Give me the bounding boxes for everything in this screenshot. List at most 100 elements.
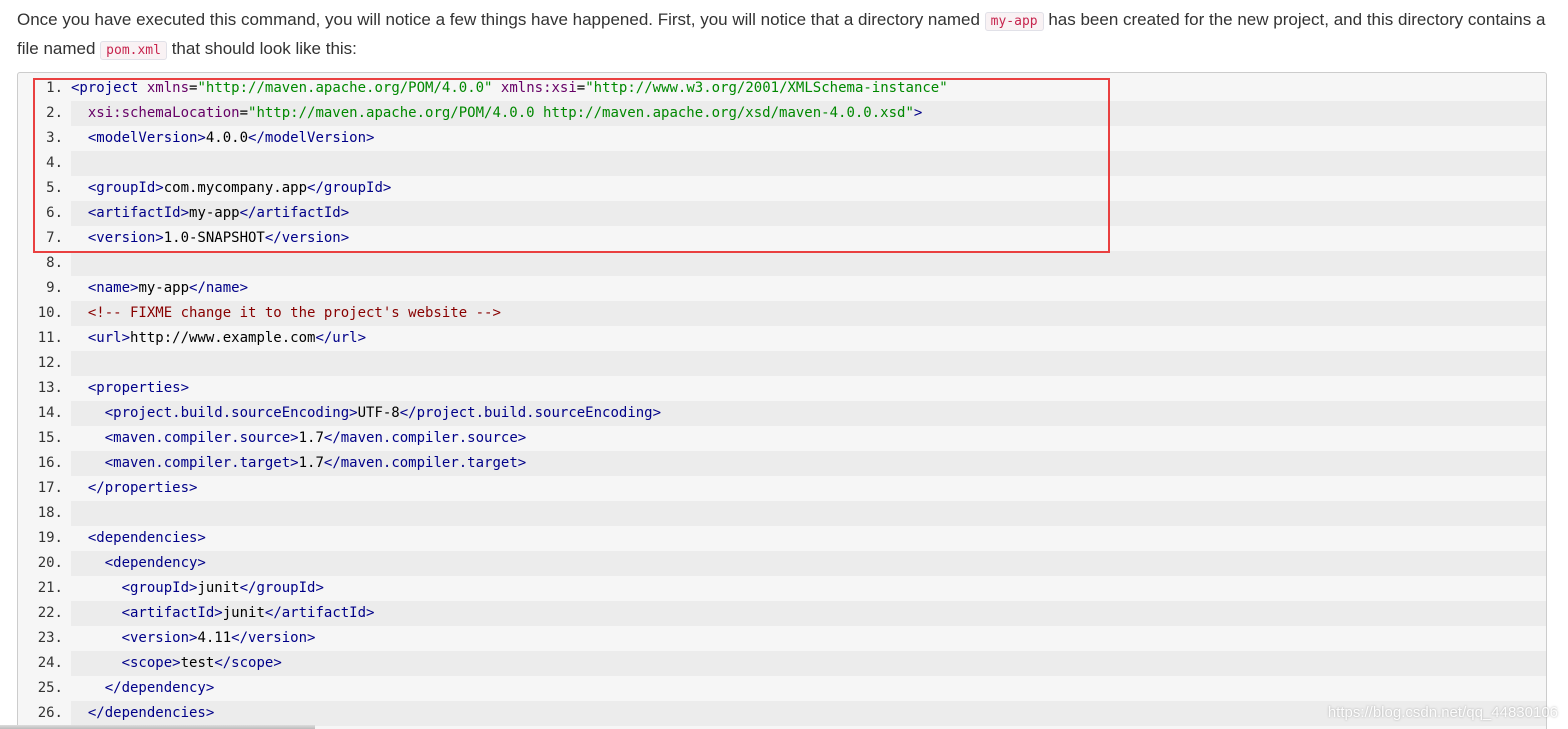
code-token-pln: [71, 205, 88, 221]
code-token-tag: <modelVersion>: [87, 130, 206, 146]
code-token-tag: <url>: [87, 330, 131, 346]
line-source: <maven.compiler.target>1.7</maven.compil…: [71, 451, 1546, 476]
code-line: 11. <url>http://www.example.com</url>: [18, 326, 1546, 351]
line-number: 26.: [37, 705, 63, 721]
code-token-tag: </modelVersion>: [248, 130, 375, 146]
code-token-pln: 4.11: [197, 630, 232, 646]
line-number: 21.: [37, 580, 63, 596]
intro-paragraph: Once you have executed this command, you…: [17, 6, 1547, 64]
line-source: <dependency>: [71, 551, 1546, 576]
code-token-tag: <dependencies>: [87, 530, 206, 546]
code-token-pln: my-app: [189, 205, 240, 221]
code-token-pln: UTF-8: [357, 405, 400, 421]
code-token-pln: [71, 655, 122, 671]
code-token-tag: </maven.compiler.target>: [323, 455, 527, 471]
line-source: <url>http://www.example.com</url>: [71, 326, 1546, 351]
code-line: 6. <artifactId>my-app</artifactId>: [18, 201, 1546, 226]
line-number: 10.: [37, 305, 63, 321]
code-token-tag: <version>: [121, 630, 198, 646]
bottom-scroll-shade: [0, 725, 315, 729]
code-token-pln: test: [180, 655, 215, 671]
line-source: <scope>test</scope>: [71, 651, 1546, 676]
line-number: 4.: [46, 155, 63, 171]
code-line: 23. <version>4.11</version>: [18, 626, 1546, 651]
code-token-pln: [71, 280, 88, 296]
code-line: 8.: [18, 251, 1546, 276]
line-source: <!-- FIXME change it to the project's we…: [71, 301, 1546, 326]
code-token-tag: </name>: [189, 280, 249, 296]
line-number: 13.: [37, 380, 63, 396]
line-source: <groupId>junit</groupId>: [71, 576, 1546, 601]
line-number: 12.: [37, 355, 63, 371]
code-token-pln: =: [239, 105, 249, 121]
code-token-tag: </maven.compiler.source>: [323, 430, 527, 446]
line-source: <properties>: [71, 376, 1546, 401]
code-line: 22. <artifactId>junit</artifactId>: [18, 601, 1546, 626]
code-token-tag: <groupId>: [87, 180, 164, 196]
code-line: 26. </dependencies>: [18, 701, 1546, 726]
code-token-tag: <dependency>: [104, 555, 206, 571]
code-token-tag: </version>: [264, 230, 350, 246]
code-token-str: "http://maven.apache.org/POM/4.0.0 http:…: [248, 105, 914, 121]
line-source: <dependencies>: [71, 526, 1546, 551]
code-token-pln: [492, 80, 500, 96]
line-source: <maven.compiler.source>1.7</maven.compil…: [71, 426, 1546, 451]
code-line: 4.: [18, 151, 1546, 176]
line-number: 17.: [37, 480, 63, 496]
code-token-tag: <project.build.sourceEncoding>: [104, 405, 358, 421]
line-source: <project xmlns = "http://maven.apache.org/…: [71, 76, 1546, 101]
line-number: 8.: [46, 255, 63, 271]
line-number: 19.: [37, 530, 63, 546]
line-number: 14.: [37, 405, 63, 421]
code-token-tag: <properties>: [87, 380, 190, 396]
code-line: 13. <properties>: [18, 376, 1546, 401]
line-source: <modelVersion>4.0.0</modelVersion>: [71, 126, 1546, 151]
line-source: [71, 351, 1546, 376]
line-number: 7.: [46, 230, 63, 246]
code-token-attr: xmlns: [146, 80, 190, 96]
line-number: 24.: [37, 655, 63, 671]
code-token-pln: [138, 80, 146, 96]
code-token-tag: >: [913, 105, 923, 121]
line-number: 5.: [46, 180, 63, 196]
code-token-pln: junit: [197, 580, 240, 596]
code-token-pln: [71, 680, 105, 696]
code-token-tag: <scope>: [121, 655, 181, 671]
code-token-attr: xmlns:xsi: [500, 80, 577, 96]
line-source: <name>my-app</name>: [71, 276, 1546, 301]
line-number: 20.: [37, 555, 63, 571]
code-token-pln: [71, 405, 105, 421]
code-token-pln: [71, 430, 105, 446]
line-number: 2.: [46, 105, 63, 121]
line-number: 9.: [46, 280, 63, 296]
inline-code-pom-xml: pom.xml: [100, 41, 167, 60]
code-token-tag: </artifactId>: [264, 605, 375, 621]
code-block[interactable]: 1. <project xmlns="http://maven.apache.or…: [17, 72, 1547, 729]
code-token-pln: [71, 305, 88, 321]
line-number: 1.: [46, 80, 63, 96]
code-token-str: "http://maven.apache.org/POM/4.0.0": [197, 80, 493, 96]
code-token-pln: [71, 480, 88, 496]
code-line: 17. </properties>: [18, 476, 1546, 501]
code-token-tag: </dependency>: [104, 680, 215, 696]
code-token-pln: [71, 230, 88, 246]
code-token-tag: </groupId>: [307, 180, 392, 196]
code-token-pln: [71, 105, 88, 121]
code-token-tag: </project.build.sourceEncoding>: [399, 405, 662, 421]
code-line: 2. xsi:schemaLocation="http://maven.apac…: [18, 101, 1546, 126]
code-token-pln: [71, 555, 105, 571]
intro-text-3: that should look like this:: [166, 39, 357, 58]
line-number: 23.: [37, 630, 63, 646]
line-source: <version>4.11</version>: [71, 626, 1546, 651]
code-line: 21. <groupId>junit</groupId>: [18, 576, 1546, 601]
code-token-pln: [71, 380, 88, 396]
code-token-pln: [71, 530, 88, 546]
code-token-attr: xsi:schemaLocation: [87, 105, 240, 121]
line-number: 11.: [37, 330, 63, 346]
code-line: 19. <dependencies>: [18, 526, 1546, 551]
line-source: </dependencies>: [71, 701, 1546, 726]
code-line: 14. <project.build.sourceEncoding>UTF-8<…: [18, 401, 1546, 426]
code-token-pln: 4.0.0: [205, 130, 249, 146]
code-line: 18.: [18, 501, 1546, 526]
code-token-tag: </url>: [315, 330, 367, 346]
